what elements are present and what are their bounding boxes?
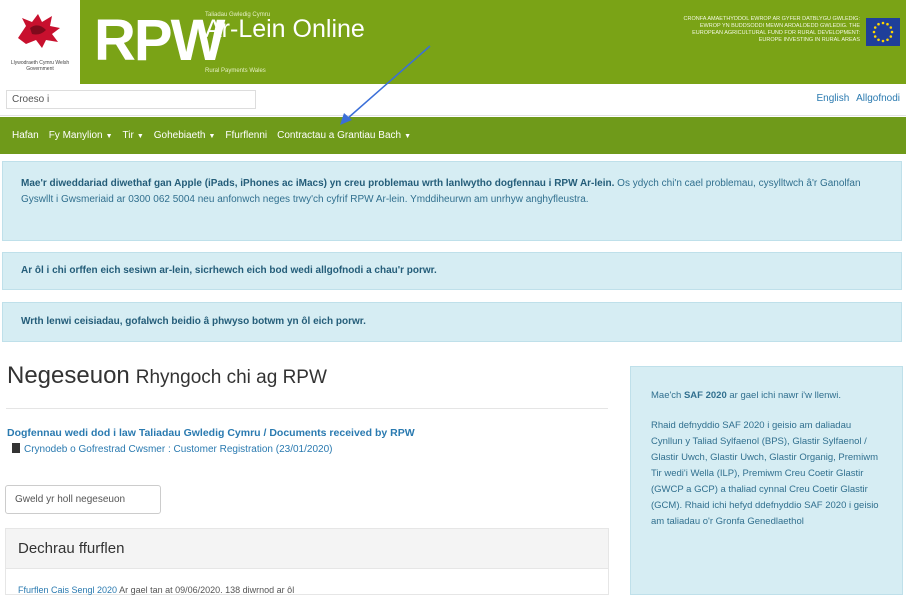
english-link[interactable]: English: [816, 93, 849, 104]
logout-link[interactable]: Allgofnodi: [856, 93, 900, 104]
language-bar: Croeso i English Allgofnodi: [0, 84, 906, 116]
lang-links: English Allgofnodi: [812, 93, 900, 104]
nav-item-label: Tir: [122, 130, 134, 141]
caret-down-icon: ▼: [208, 133, 216, 140]
site-header: Llywodraeth Cymru Welsh Government RPW T…: [0, 0, 906, 84]
sidebar-body: Rhaid defnyddio SAF 2020 i geisio am dal…: [651, 420, 879, 527]
messages-title: Negeseuon: [7, 362, 130, 389]
main-nav: Hafan Fy Manylion ▼ Tir ▼ Gohebiaeth ▼ Ffurflen…: [0, 117, 906, 154]
nav-item-label: Fy Manylion: [48, 130, 103, 141]
divider: [6, 408, 608, 409]
document-item[interactable]: Crynodeb o Gofrestrad Cwsmer : Customer …: [12, 443, 332, 455]
back-button-alert: Wrth lenwi ceisiadau, gofalwch beidio â …: [2, 302, 902, 342]
saf-form-link[interactable]: Ffurflen Cais Sengl 2020: [18, 585, 117, 595]
messages-subtitle: Rhyngoch chi ag RPW: [135, 367, 327, 388]
logout-alert: Ar ôl i chi orffen eich sesiwn ar-lein, …: [2, 252, 902, 290]
messages-heading: Negeseuon Rhyngoch chi ag RPW: [7, 362, 327, 390]
panel-title: Dechrau ffurflen: [6, 529, 608, 569]
nav-item-3[interactable]: Gohebiaeth ▼: [154, 130, 216, 141]
form-item: Ffurflen Cais Sengl 2020 Ar gael tan at …: [18, 585, 294, 595]
view-all-messages-button[interactable]: Gweld yr holl negeseuon: [5, 485, 161, 514]
nav-item-0[interactable]: Hafan: [12, 130, 39, 141]
nav-item-label: Ffurflenni: [225, 130, 268, 141]
file-icon: [12, 443, 20, 453]
sidebar-text: Mae'ch: [651, 390, 684, 401]
nav-item-2[interactable]: Tir ▼: [123, 130, 144, 141]
sidebar-text: ar gael ichi nawr i'w llenwi.: [726, 390, 842, 401]
form-item-text: Ar gael tan at 09/06/2020. 138 diwrnod a…: [117, 585, 295, 595]
welsh-government-logo[interactable]: Llywodraeth Cymru Welsh Government: [0, 0, 80, 84]
caret-down-icon: ▼: [105, 133, 113, 140]
welcome-text: Croeso i: [6, 90, 256, 109]
sidebar-intro: Mae'ch SAF 2020 ar gael ichi nawr i'w ll…: [651, 388, 882, 404]
nav-item-4[interactable]: Ffurflenni: [225, 130, 267, 141]
product-subtitle: Rural Payments Wales: [205, 68, 266, 74]
nav-item-5[interactable]: Contractau a Grantiau Bach ▼: [277, 130, 411, 141]
caret-down-icon: ▼: [136, 133, 144, 140]
alert-text: Wrth lenwi ceisiadau, gofalwch beidio â …: [21, 316, 366, 327]
apple-upload-alert: Mae'r diweddariad diwethaf gan Apple (iP…: [2, 161, 902, 241]
gov-name: Llywodraeth Cymru Welsh Government: [10, 60, 70, 72]
alert-bold-text: Mae'r diweddariad diwethaf gan Apple (iP…: [21, 178, 615, 189]
eu-flag-icon: [866, 18, 900, 46]
eu-funding-text: Cronfa Amaethyddol Ewrop ar gyfer Datbly…: [683, 16, 860, 43]
rpw-logo[interactable]: RPW: [94, 6, 225, 76]
start-form-panel: Dechrau ffurflen Ffurflen Cais Sengl 202…: [5, 528, 609, 595]
nav-item-label: Hafan: [12, 130, 39, 141]
alert-text: Ar ôl i chi orffen eich sesiwn ar-lein, …: [21, 265, 437, 276]
caret-down-icon: ▼: [404, 133, 412, 140]
nav-item-label: Gohebiaeth: [153, 130, 206, 141]
saf-year-label: SAF 2020: [683, 390, 727, 401]
nav-item-1[interactable]: Fy Manylion ▼: [49, 130, 113, 141]
saf-info-sidebar: Mae'ch SAF 2020 ar gael ichi nawr i'w ll…: [630, 366, 903, 595]
document-item-label: Crynodeb o Gofrestrad Cwsmer : Customer …: [24, 444, 333, 455]
product-title: Ar-Lein Online: [205, 15, 365, 43]
nav-item-label: Contractau a Grantiau Bach: [277, 130, 402, 141]
nav-items: Hafan Fy Manylion ▼ Tir ▼ Gohebiaeth ▼ Ffurflen…: [12, 130, 411, 141]
documents-received-link[interactable]: Dogfennau wedi dod i law Taliadau Gwledi…: [7, 427, 415, 439]
welsh-dragon-icon: [18, 14, 60, 48]
